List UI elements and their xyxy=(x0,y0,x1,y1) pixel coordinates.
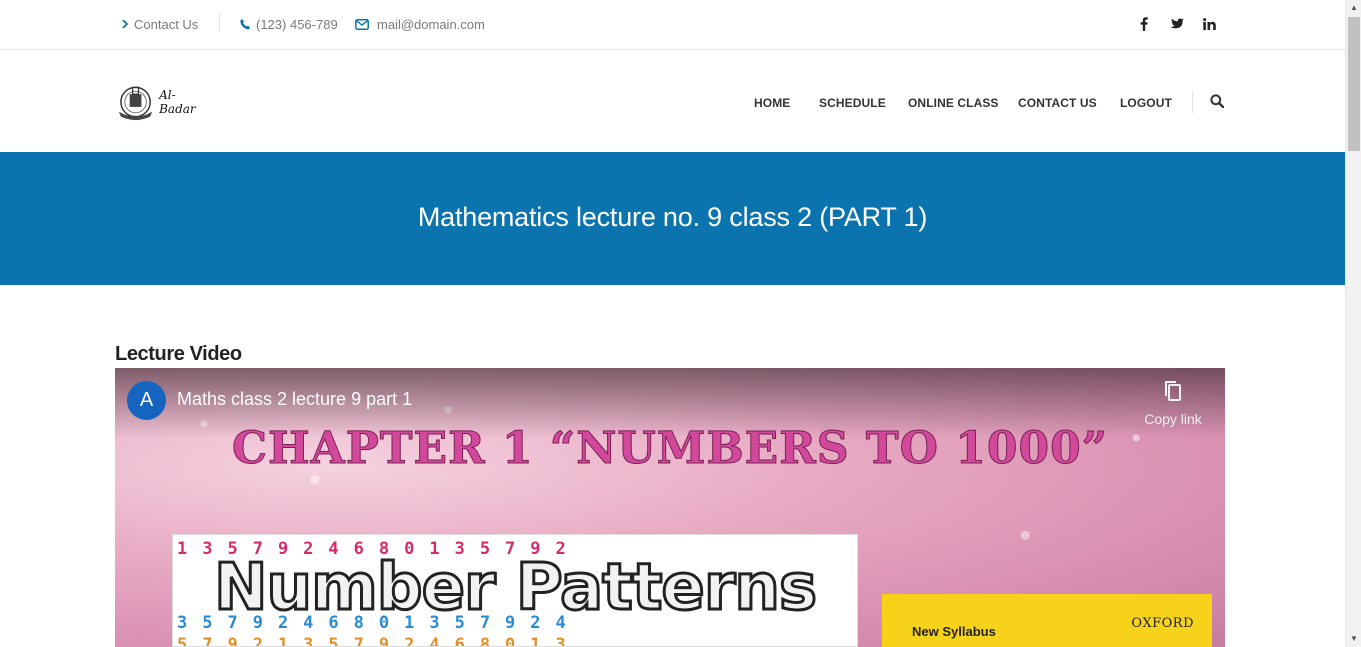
video-title[interactable]: Maths class 2 lecture 9 part 1 xyxy=(177,389,412,410)
nav-contact-us[interactable]: CONTACT US xyxy=(1018,96,1097,110)
email-address: mail@domain.com xyxy=(377,16,485,32)
copy-icon xyxy=(1165,381,1181,401)
envelope-icon xyxy=(355,18,369,30)
facebook-icon[interactable] xyxy=(1135,16,1153,32)
site-logo[interactable]: Al-Badar xyxy=(116,81,211,123)
copy-link-button[interactable]: Copy link xyxy=(1143,380,1203,427)
search-icon[interactable] xyxy=(1210,94,1226,110)
thumbnail-book-cover: New Syllabus OXFORD xyxy=(882,594,1212,647)
emblem-icon xyxy=(118,86,153,121)
scroll-up-arrow-icon[interactable]: ▲ xyxy=(1349,3,1359,13)
book-syllabus-text: New Syllabus xyxy=(912,624,996,639)
thumbnail-pattern-title: Number Patterns xyxy=(212,550,818,627)
main-header: Al-Badar HOME SCHEDULE ONLINE CLASS CONT… xyxy=(0,51,1345,152)
digit-row: 5792135792468013 xyxy=(177,635,581,647)
phone-icon xyxy=(240,18,250,30)
scroll-down-arrow-icon[interactable]: ▼ xyxy=(1349,634,1359,644)
divider xyxy=(219,14,220,32)
contact-us-label: Contact Us xyxy=(134,16,199,32)
book-publisher-text: OXFORD xyxy=(1131,616,1194,631)
phone-number: (123) 456-789 xyxy=(256,16,338,32)
contact-us-link[interactable]: Contact Us xyxy=(122,15,198,33)
thumbnail-chapter-text: CHAPTER 1 “NUMBERS TO 1000” xyxy=(231,423,1109,475)
channel-avatar[interactable]: A xyxy=(127,381,166,420)
nav-logout[interactable]: LOGOUT xyxy=(1120,96,1172,110)
page-scrollbar[interactable]: ▲ ▼ xyxy=(1345,0,1361,647)
email-link[interactable]: mail@domain.com xyxy=(355,15,485,33)
twitter-icon[interactable] xyxy=(1168,16,1186,32)
nav-home[interactable]: HOME xyxy=(754,96,790,110)
video-player[interactable]: A Maths class 2 lecture 9 part 1 Copy li… xyxy=(115,368,1225,647)
logo-text: Al-Badar xyxy=(159,88,196,116)
nav-online-class[interactable]: ONLINE CLASS xyxy=(908,96,999,110)
page-title-banner: Mathematics lecture no. 9 class 2 (PART … xyxy=(0,152,1345,285)
phone-link[interactable]: (123) 456-789 xyxy=(240,15,338,33)
linkedin-icon[interactable] xyxy=(1200,16,1218,32)
scrollbar-thumb[interactable] xyxy=(1348,17,1360,151)
section-title: Lecture Video xyxy=(115,343,242,365)
page-title: Mathematics lecture no. 9 class 2 (PART … xyxy=(417,202,928,232)
chevron-right-icon xyxy=(122,20,128,28)
nav-schedule[interactable]: SCHEDULE xyxy=(819,96,886,110)
thumbnail-number-patterns: 1357924680135792 3579246801357924 579213… xyxy=(172,534,858,647)
top-bar: Contact Us (123) 456-789 mail@domain.com xyxy=(0,0,1345,50)
nav-divider xyxy=(1192,91,1193,113)
